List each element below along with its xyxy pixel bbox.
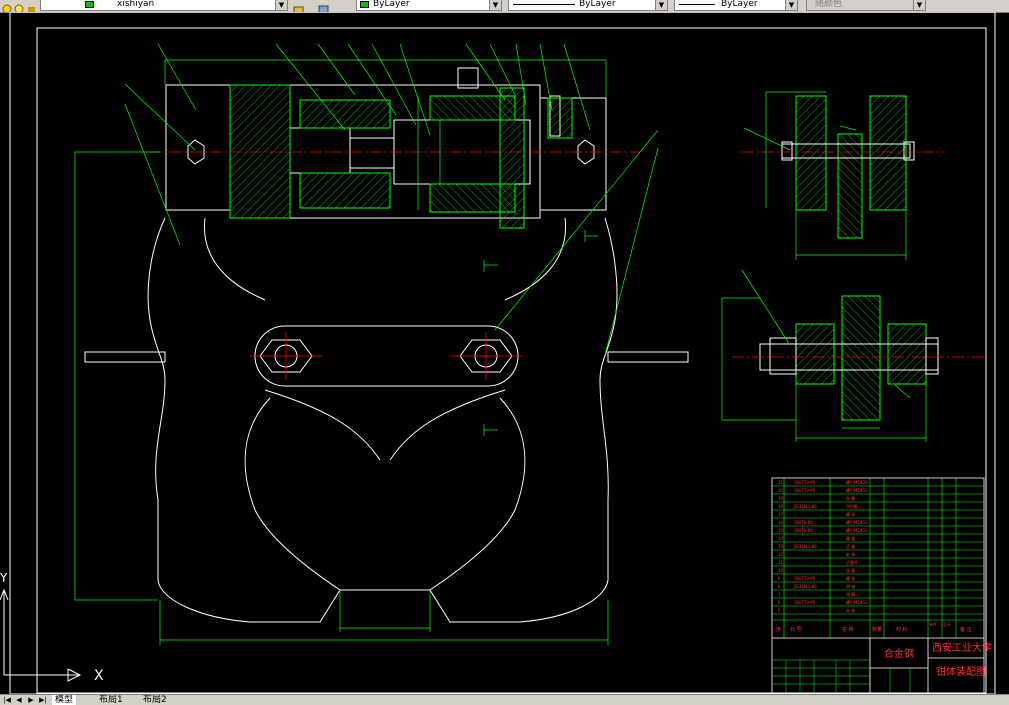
svg-text:螺 母: 螺 母 <box>846 511 855 517</box>
svg-text:GB/T70-85: GB/T70-85 <box>794 600 816 605</box>
school-name: 西安工业大学 <box>932 641 992 654</box>
svg-text:缸 体: 缸 体 <box>846 551 855 557</box>
chevron-down-icon[interactable]: ▼ <box>913 0 925 10</box>
svg-text:14: 14 <box>778 536 784 541</box>
svg-text:垫 圈: 垫 圈 <box>846 495 855 501</box>
svg-text:螺钉M5X12: 螺钉M5X12 <box>846 487 868 493</box>
ucs-icon <box>0 588 82 682</box>
svg-text:O形圈: O形圈 <box>846 503 857 509</box>
layout-tab-bar: |◀ ◀ ▶ ▶| 模型 布局1 布局2 <box>0 694 1009 705</box>
section-view-b <box>721 269 985 442</box>
bom-header-note: 备 注 <box>960 626 972 633</box>
bom-header-no: 序 <box>776 626 781 633</box>
bom-header-unit: 单件 <box>929 621 937 627</box>
drawing-canvas[interactable]: 21 GB/T70-85 螺钉M5X20 20 GB/T70-85 螺钉M5X12 19… <box>0 11 1009 695</box>
svg-text:GB/T6-85: GB/T6-85 <box>794 528 813 533</box>
layer-state-icon[interactable] <box>2 0 13 12</box>
svg-text:18: 18 <box>778 504 784 509</box>
svg-text:16: 16 <box>778 520 784 525</box>
svg-text:5: 5 <box>778 608 781 613</box>
color-swatch <box>360 1 369 8</box>
svg-text:端 盖: 端 盖 <box>846 535 855 541</box>
svg-text:GB/T70-85: GB/T70-85 <box>794 480 816 485</box>
color-value: ByLayer <box>373 0 410 9</box>
lock-icon[interactable] <box>26 0 37 12</box>
svg-text:8: 8 <box>778 584 781 589</box>
color-dropdown[interactable]: ByLayer ▼ <box>356 0 502 11</box>
bom-header-material: 材 料 <box>896 626 908 633</box>
bom-header-name: 名 称 <box>842 626 854 633</box>
svg-text:活 塞: 活 塞 <box>846 543 855 549</box>
make-current-icon[interactable] <box>293 0 304 12</box>
lineweight-value: ByLayer <box>721 0 758 9</box>
material-text: 合金钢 <box>884 647 914 660</box>
svg-text:12: 12 <box>778 552 784 557</box>
ucs-y-label: Y <box>0 571 8 585</box>
layer-dropdown[interactable]: xishiyan ▼ <box>40 0 288 11</box>
svg-text:20: 20 <box>778 488 784 493</box>
layer-color-swatch <box>85 1 94 8</box>
svg-text:15: 15 <box>778 528 784 533</box>
svg-text:活塞杆: 活塞杆 <box>846 559 858 565</box>
svg-text:螺 栓: 螺 栓 <box>846 575 855 581</box>
title-block: 21 GB/T70-85 螺钉M5X20 20 GB/T70-85 螺钉M5X12 19… <box>771 477 992 694</box>
layer-name: xishiyan <box>117 0 155 9</box>
section-view-a <box>742 91 945 260</box>
svg-text:10: 10 <box>778 568 784 573</box>
svg-text:钳 臂: 钳 臂 <box>846 591 855 597</box>
bom-header-qty: 数量 <box>872 626 882 633</box>
svg-text:17: 17 <box>778 512 784 517</box>
layer-previous-icon[interactable] <box>318 0 329 12</box>
svg-text:13: 13 <box>778 544 784 549</box>
ucs-x-label: X <box>94 668 104 684</box>
svg-text:螺钉M5X20: 螺钉M5X20 <box>846 479 868 485</box>
lineweight-preview <box>679 4 715 5</box>
svg-text:6: 6 <box>778 600 781 605</box>
linetype-dropdown[interactable]: ByLayer ▼ <box>508 0 668 11</box>
plotstyle-value: 随颜色 <box>815 0 843 9</box>
main-assembly-view <box>74 43 689 645</box>
plotstyle-dropdown[interactable]: 随颜色 ▼ <box>806 0 926 11</box>
chevron-down-icon[interactable]: ▼ <box>785 0 797 10</box>
svg-text:螺钉M5X12: 螺钉M5X12 <box>846 519 868 525</box>
linetype-preview <box>513 4 575 5</box>
svg-text:19: 19 <box>778 496 784 501</box>
svg-text:11: 11 <box>778 560 784 565</box>
svg-text:GB/T6-85: GB/T6-85 <box>794 520 813 525</box>
svg-text:JB/ZQ41-86: JB/ZQ41-86 <box>793 504 817 509</box>
svg-text:21: 21 <box>778 480 784 485</box>
svg-text:JB/ZQ41-86: JB/ZQ41-86 <box>793 584 817 589</box>
bom-header-total: 总计 <box>943 621 951 627</box>
svg-text:支 座: 支 座 <box>846 607 855 613</box>
bom-header-code: 代 号 <box>790 626 802 633</box>
svg-text:GB/T70-85: GB/T70-85 <box>794 488 816 493</box>
svg-text:螺钉M5X12: 螺钉M5X12 <box>846 527 868 533</box>
svg-text:7: 7 <box>778 592 781 597</box>
svg-text:销 轴: 销 轴 <box>846 583 855 589</box>
chevron-down-icon[interactable]: ▼ <box>655 0 667 10</box>
drawing-title: 钳体装配图 <box>936 665 986 678</box>
linetype-value: ByLayer <box>579 0 616 9</box>
svg-text:JB/ZQ41-86: JB/ZQ41-86 <box>793 544 817 549</box>
svg-text:螺钉M5X12: 螺钉M5X12 <box>846 599 868 605</box>
chevron-down-icon[interactable]: ▼ <box>275 0 287 10</box>
svg-text:GB/T70-85: GB/T70-85 <box>794 576 816 581</box>
freeze-icon[interactable] <box>14 0 25 12</box>
lineweight-dropdown[interactable]: ByLayer ▼ <box>674 0 798 11</box>
svg-text:连 板: 连 板 <box>846 567 855 573</box>
chevron-down-icon[interactable]: ▼ <box>489 0 501 10</box>
svg-text:9: 9 <box>778 576 781 581</box>
